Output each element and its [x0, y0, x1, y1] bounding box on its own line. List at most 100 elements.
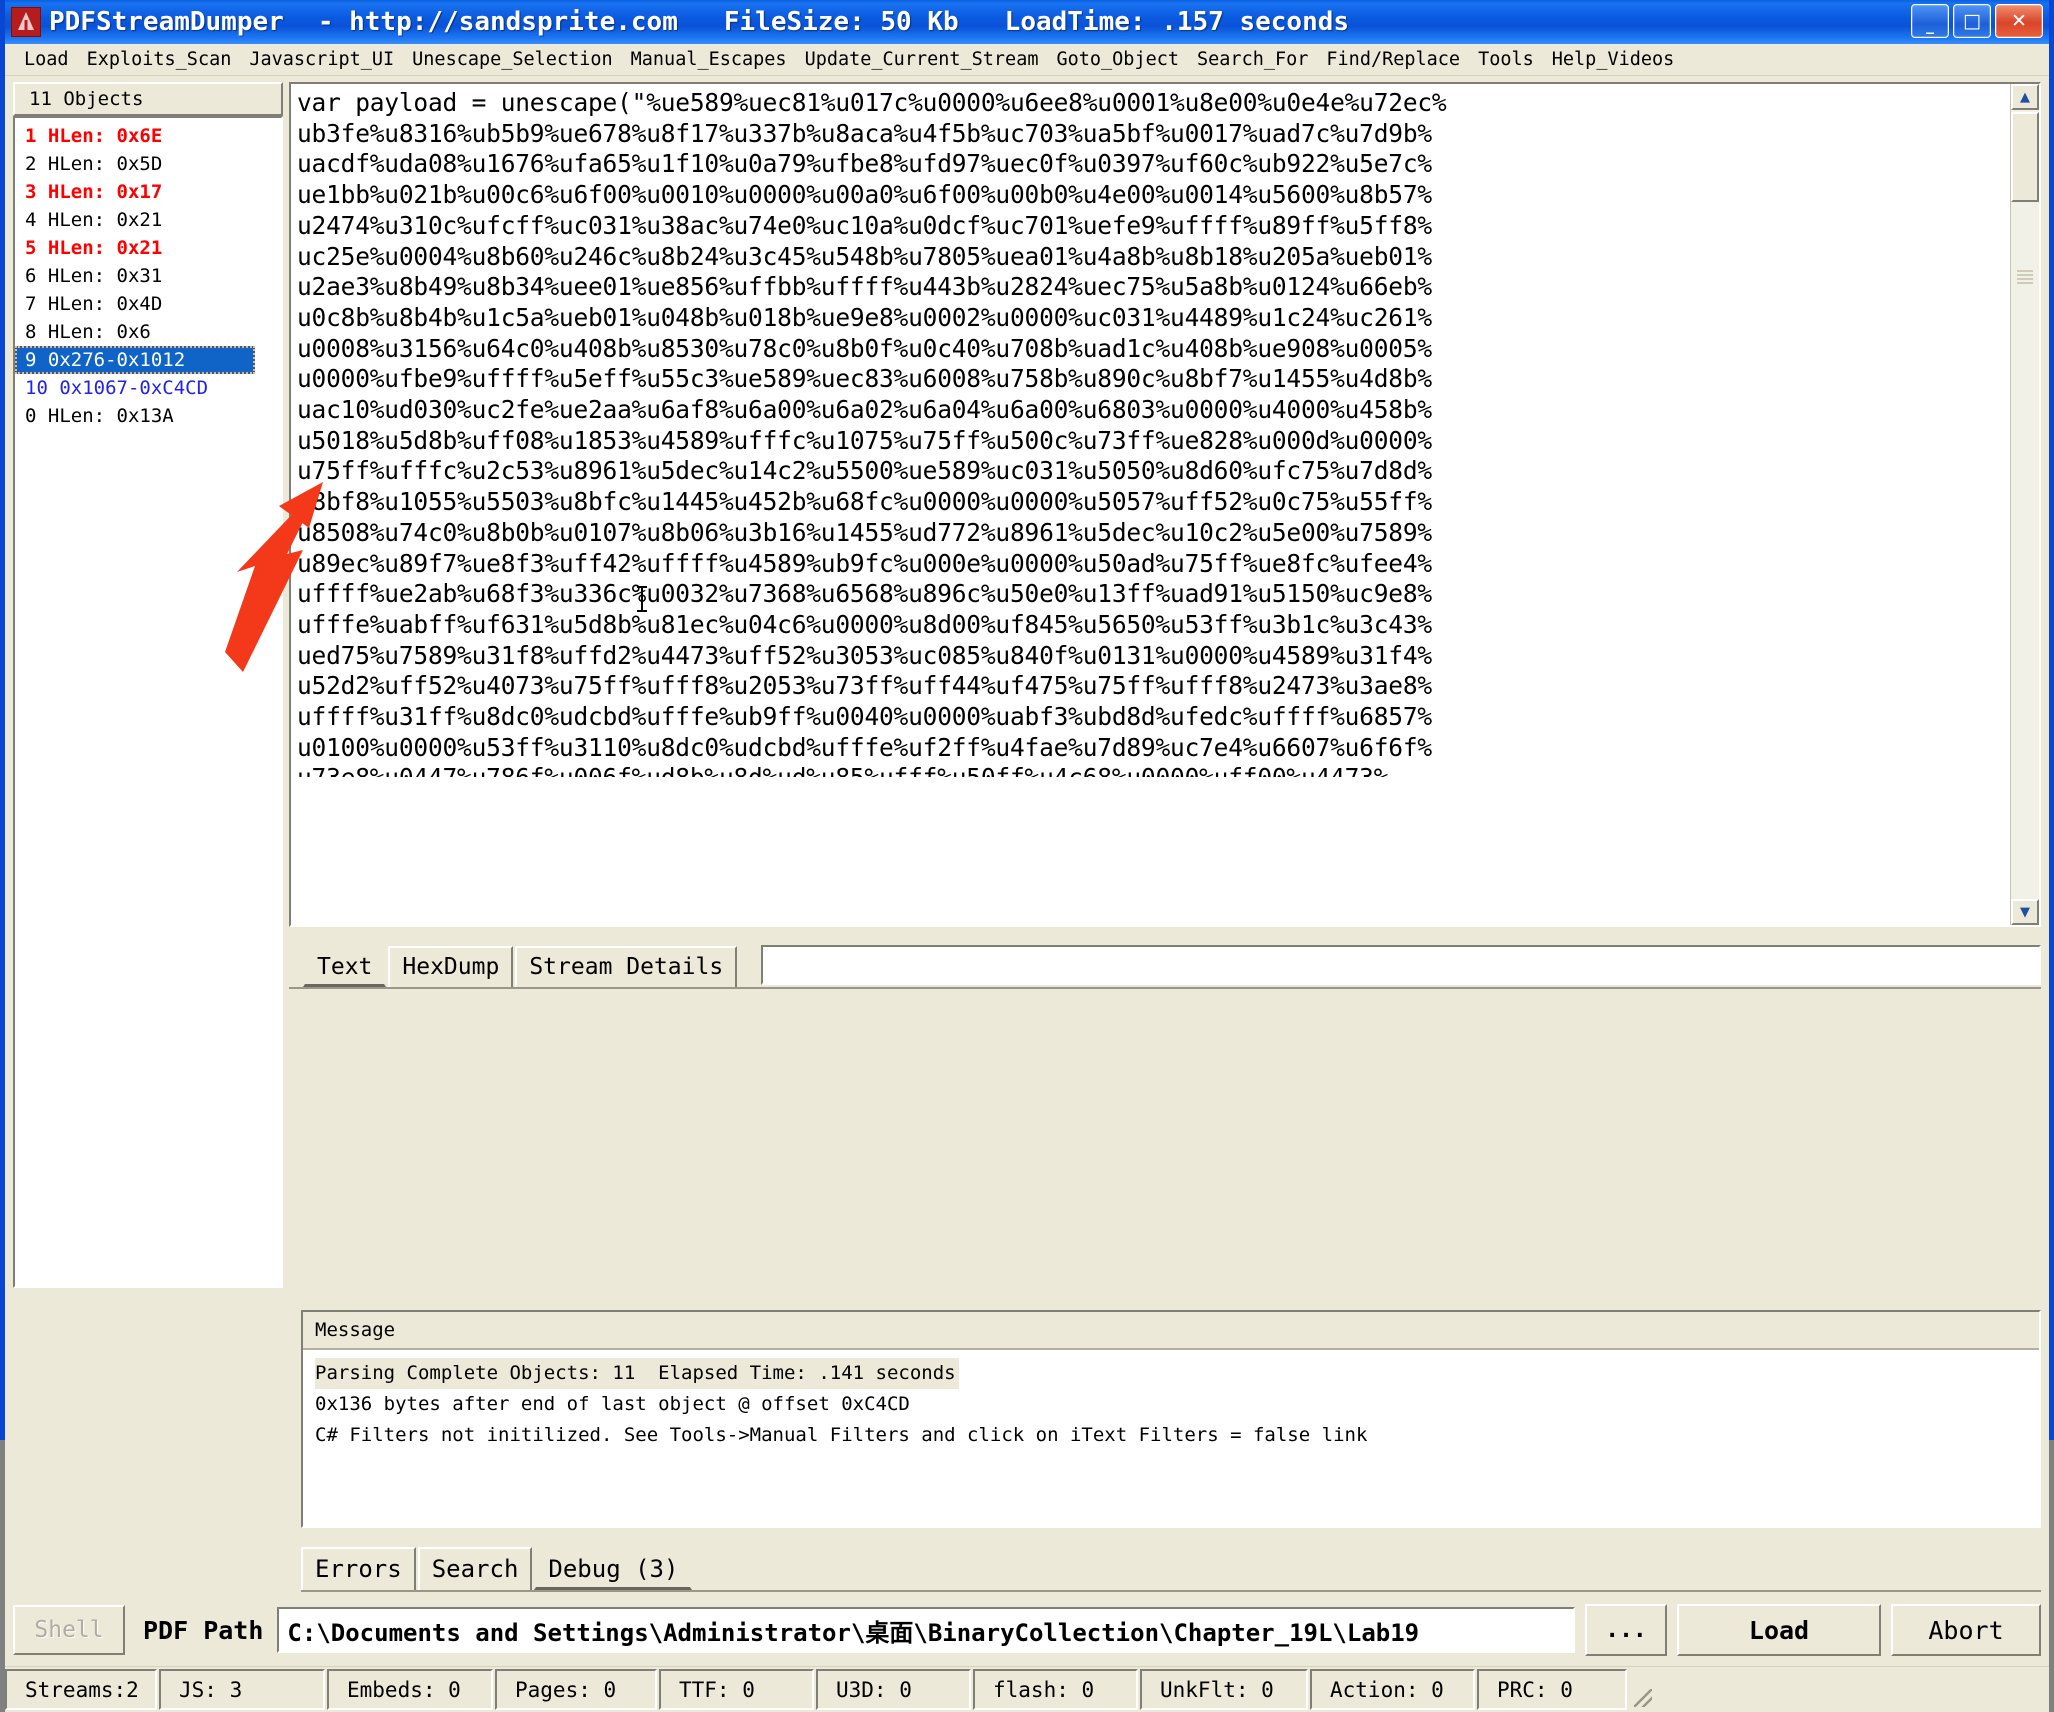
- object-list-item[interactable]: 4 HLen: 0x21: [15, 206, 281, 234]
- app-icon: [11, 7, 41, 37]
- vertical-scrollbar[interactable]: ▲ ▼: [2010, 84, 2039, 925]
- main-body: 11 Objects 1 HLen: 0x6E 2 HLen: 0x5D 3 HLe…: [5, 76, 2049, 1712]
- status-cell-streams: Streams:2: [5, 1669, 157, 1710]
- menu-item-goto-object[interactable]: Goto_Object: [1047, 47, 1188, 72]
- application-window: PDFStreamDumper - http://sandsprite.com Fi…: [0, 0, 2054, 1712]
- stream-text-line: u2ae3%u8b49%u8b34%uee01%ue856%uffbb%ufff…: [297, 272, 1432, 302]
- menu-bar: Load Exploits_Scan Javascript_UI Unescape_S…: [5, 44, 2049, 76]
- tab-errors[interactable]: Errors: [301, 1547, 416, 1590]
- scroll-down-button[interactable]: ▼: [2011, 899, 2039, 925]
- stream-text-line: uffff%ue2ab%u68f3%u336c%u0032%u7368%u656…: [297, 579, 1432, 609]
- stream-text-line: ub3fe%u8316%ub5b9%ue678%u8f17%u337b%u8ac…: [297, 118, 1432, 148]
- stream-text-line: uffff%u31ff%u8dc0%udcbd%ufffe%ub9ff%u004…: [297, 702, 1432, 732]
- text-cursor: [637, 586, 647, 612]
- menu-item-exploits-scan[interactable]: Exploits_Scan: [78, 47, 241, 72]
- minimize-icon: _: [1926, 15, 1934, 34]
- status-cell-action: Action: 0: [1310, 1669, 1475, 1710]
- pdf-path-input[interactable]: C:\Documents and Settings\Administrator\…: [277, 1607, 1575, 1653]
- scrollbar-thumb[interactable]: [2011, 112, 2039, 202]
- object-list-item[interactable]: 1 HLen: 0x6E: [15, 122, 281, 150]
- stream-text-line: u0c8b%u8b4b%u1c5a%ueb01%u048b%u018b%ue9e…: [297, 302, 1432, 332]
- message-line: Parsing Complete Objects: 11 Elapsed Tim…: [315, 1358, 959, 1389]
- window-controls: _ □ ✕: [1911, 4, 2043, 38]
- status-cell-js: JS: 3: [159, 1669, 325, 1710]
- stream-text-line-partial: u73e8%u0447%u786f%u006f%ud8b%u8d%ud%u85%…: [297, 763, 2010, 777]
- path-toolbar: Shell PDF Path C:\Documents and Settings…: [13, 1602, 2041, 1658]
- objects-count-label: 11 Objects: [13, 82, 283, 116]
- status-cell-u3d: U3D: 0: [816, 1669, 971, 1710]
- title-filesize: FileSize: 50 Kb: [723, 7, 959, 37]
- browse-button[interactable]: ...: [1585, 1604, 1667, 1656]
- stream-text-line: u5018%u5d8b%uff08%u1853%u4589%ufffc%u107…: [297, 425, 1432, 455]
- menu-item-javascript-ui[interactable]: Javascript_UI: [240, 47, 403, 72]
- menu-item-manual-escapes[interactable]: Manual_Escapes: [622, 47, 796, 72]
- message-panel-header: Message: [303, 1312, 2039, 1350]
- status-bar: Streams:2 JS: 3 Embeds: 0 Pages: 0 TTF: 0 U3D…: [5, 1666, 2049, 1712]
- object-list-item[interactable]: 10 0x1067-0xC4CD: [15, 374, 281, 402]
- stream-text-line: uac10%ud030%uc2fe%ue2aa%u6af8%u6a00%u6a0…: [297, 395, 1432, 425]
- object-list-item[interactable]: 9 0x276-0x1012: [15, 346, 255, 374]
- tab-hexdump[interactable]: HexDump: [388, 946, 514, 987]
- title-app-name: PDFStreamDumper: [49, 7, 284, 37]
- menu-item-help-videos[interactable]: Help_Videos: [1543, 47, 1684, 72]
- stream-text-line: u8bf8%u1055%u5503%u8bfc%u1445%u452b%u68f…: [297, 487, 1432, 517]
- log-tabs: Errors Search Debug (3): [301, 1542, 2041, 1592]
- menu-item-update-current-stream[interactable]: Update_Current_Stream: [796, 47, 1048, 72]
- stream-text-line: ufffe%uabff%uf631%u5d8b%u81ec%u04c6%u000…: [297, 609, 1432, 639]
- stream-text-line: u0008%u3156%u64c0%u408b%u8530%u78c0%u8b0…: [297, 333, 1432, 363]
- object-list-item[interactable]: 7 HLen: 0x4D: [15, 290, 281, 318]
- menu-item-load[interactable]: Load: [15, 47, 78, 72]
- stream-text-line: var payload = unescape("%ue589%uec81%u01…: [297, 88, 1447, 117]
- abort-button[interactable]: Abort: [1891, 1604, 2041, 1656]
- object-list-item[interactable]: 3 HLen: 0x17: [15, 178, 281, 206]
- menu-item-find-replace[interactable]: Find/Replace: [1317, 47, 1469, 72]
- shell-button[interactable]: Shell: [13, 1605, 125, 1655]
- status-cell-embeds: Embeds: 0: [327, 1669, 493, 1710]
- scrollbar-marker: [2017, 270, 2033, 284]
- load-button[interactable]: Load: [1677, 1604, 1881, 1656]
- objects-list[interactable]: 1 HLen: 0x6E 2 HLen: 0x5D 3 HLen: 0x17 4 HL…: [13, 116, 283, 1288]
- resize-grip[interactable]: [1629, 1669, 1655, 1710]
- stream-text-line: u75ff%ufffc%u2c53%u8961%u5dec%u14c2%u550…: [297, 456, 1432, 486]
- message-panel: Message Parsing Complete Objects: 11 Ela…: [301, 1310, 2041, 1528]
- title-url: http://sandsprite.com: [349, 7, 678, 37]
- stream-text-line: u8508%u74c0%u8b0b%u0107%u8b06%u3b16%u145…: [297, 517, 1432, 547]
- status-cell-unkflt: UnkFlt: 0: [1140, 1669, 1308, 1710]
- message-line: 0x136 bytes after end of last object @ o…: [315, 1393, 910, 1415]
- object-list-item[interactable]: 5 HLen: 0x21: [15, 234, 281, 262]
- tab-debug-3[interactable]: Debug (3): [534, 1547, 693, 1590]
- stream-viewer-column: var payload = unescape("%ue589%uec81%u01…: [289, 82, 2041, 1288]
- close-icon: ✕: [2011, 9, 2027, 32]
- object-list-item[interactable]: 2 HLen: 0x5D: [15, 150, 281, 178]
- tab-text[interactable]: Text: [303, 946, 387, 987]
- scrollbar-track[interactable]: [2011, 110, 2039, 899]
- minimize-button[interactable]: _: [1911, 4, 1949, 38]
- stream-text-line: u0100%u0000%u53ff%u3110%u8dc0%udcbd%ufff…: [297, 732, 1432, 762]
- menu-item-tools[interactable]: Tools: [1469, 47, 1543, 72]
- object-list-item[interactable]: 8 HLen: 0x6: [15, 318, 281, 346]
- view-tabs: Text HexDump Stream Details: [289, 937, 2041, 989]
- objects-panel: 11 Objects 1 HLen: 0x6E 2 HLen: 0x5D 3 HLe…: [13, 82, 283, 1288]
- stream-text-line: u2474%u310c%ufcff%uc031%u38ac%u74e0%uc10…: [297, 210, 1432, 240]
- stream-text-line: u0000%ufbe9%uffff%u5eff%u55c3%ue589%uec8…: [297, 364, 1432, 394]
- close-button[interactable]: ✕: [1995, 4, 2043, 38]
- upper-split: 11 Objects 1 HLen: 0x6E 2 HLen: 0x5D 3 HLe…: [5, 76, 2049, 1288]
- maximize-icon: □: [1963, 9, 1981, 32]
- scroll-up-button[interactable]: ▲: [2011, 84, 2039, 110]
- stream-text-line: ued75%u7589%u31f8%uffd2%u4473%uff52%u305…: [297, 640, 1432, 670]
- pdf-path-label: PDF Path: [143, 1615, 264, 1645]
- status-cell-prc: PRC: 0: [1477, 1669, 1627, 1710]
- tab-search[interactable]: Search: [417, 1547, 533, 1590]
- stream-text-line: uc25e%u0004%u8b60%u246c%u8b24%u3c45%u548…: [297, 241, 1432, 271]
- menu-item-search-for[interactable]: Search_For: [1188, 47, 1317, 72]
- title-bar: PDFStreamDumper - http://sandsprite.com Fi…: [5, 0, 2049, 44]
- tab-stream-details[interactable]: Stream Details: [515, 946, 738, 987]
- menu-item-unescape-selection[interactable]: Unescape_Selection: [403, 47, 621, 72]
- object-list-item[interactable]: 6 HLen: 0x31: [15, 262, 281, 290]
- object-list-item[interactable]: 0 HLen: 0x13A: [15, 402, 281, 430]
- status-cell-pages: Pages: 0: [495, 1669, 657, 1710]
- message-line: C# Filters not initilized. See Tools->Ma…: [315, 1424, 1368, 1446]
- maximize-button[interactable]: □: [1953, 4, 1991, 38]
- tab-search-field[interactable]: [761, 945, 2041, 985]
- stream-text-viewer[interactable]: var payload = unescape("%ue589%uec81%u01…: [289, 82, 2041, 927]
